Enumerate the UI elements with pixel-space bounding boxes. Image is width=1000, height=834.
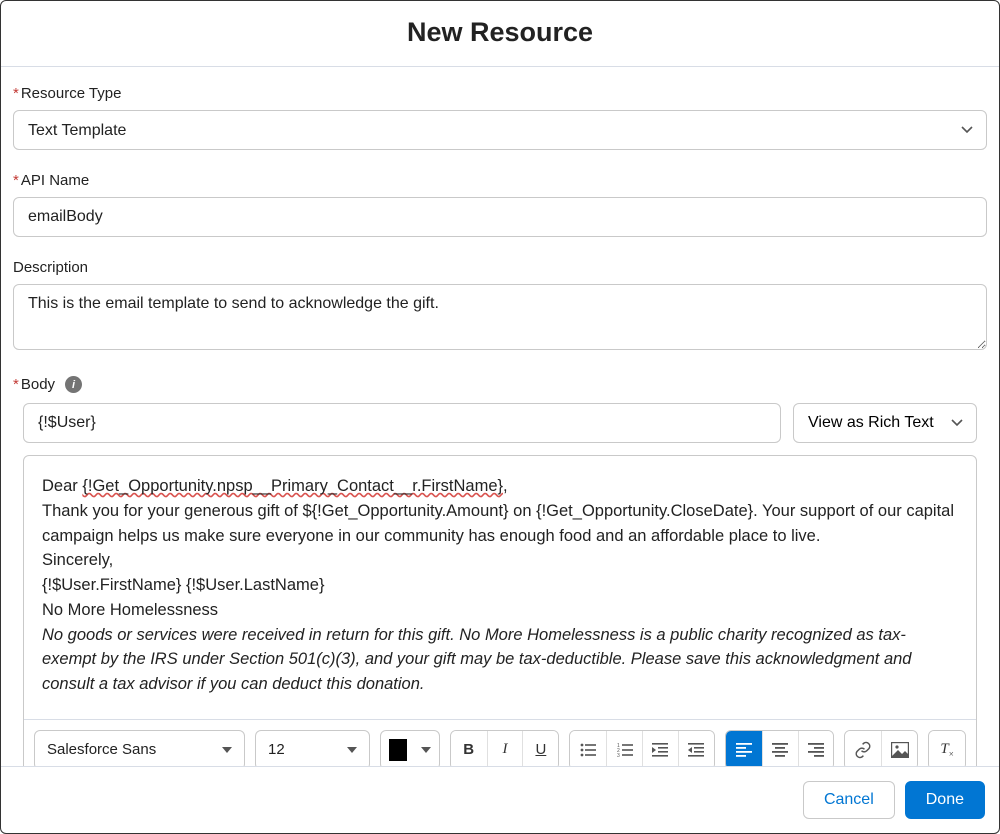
color-swatch-icon xyxy=(389,739,407,761)
insert-group xyxy=(844,730,918,766)
chevron-down-icon xyxy=(347,747,357,753)
editor-toolbar: Salesforce Sans 12 B I U xyxy=(24,719,976,766)
view-mode-dropdown[interactable]: View as Rich Text xyxy=(793,403,977,443)
new-resource-modal: New Resource *Resource Type Text Templat… xyxy=(0,0,1000,834)
chevron-down-icon xyxy=(222,747,232,753)
clear-format-group: T× xyxy=(928,730,966,766)
font-color-select[interactable] xyxy=(380,730,440,766)
resource-type-select-wrap[interactable]: Text Template xyxy=(13,110,987,150)
align-right-button[interactable] xyxy=(798,731,834,766)
font-family-select[interactable]: Salesforce Sans xyxy=(34,730,245,766)
bold-button[interactable]: B xyxy=(451,731,487,766)
modal-title: New Resource xyxy=(1,17,999,48)
modal-body: *Resource Type Text Template *API Name D… xyxy=(1,67,999,766)
align-left-button[interactable] xyxy=(726,731,762,766)
required-marker: * xyxy=(13,85,19,102)
image-button[interactable] xyxy=(881,731,917,766)
cancel-button[interactable]: Cancel xyxy=(803,781,895,819)
body-label: *Body xyxy=(13,376,55,393)
link-button[interactable] xyxy=(845,731,881,766)
description-input[interactable]: This is the email template to send to ac… xyxy=(13,284,987,350)
merge-field-input[interactable] xyxy=(23,403,781,443)
info-icon[interactable]: i xyxy=(65,376,82,393)
text-style-group: B I U xyxy=(450,730,560,766)
resource-type-select[interactable]: Text Template xyxy=(13,110,987,150)
list-group: 123 xyxy=(569,730,714,766)
resource-type-label: *Resource Type xyxy=(13,85,987,102)
api-name-field: *API Name xyxy=(13,172,987,237)
description-field: Description This is the email template t… xyxy=(13,259,987,354)
modal-header: New Resource xyxy=(1,1,999,67)
italic-button[interactable]: I xyxy=(487,731,523,766)
bullet-list-button[interactable] xyxy=(570,731,606,766)
api-name-input[interactable] xyxy=(13,197,987,237)
resource-type-field: *Resource Type Text Template xyxy=(13,85,987,150)
underline-button[interactable]: U xyxy=(522,731,558,766)
rich-text-editor: Dear {!Get_Opportunity.npsp__Primary_Con… xyxy=(23,455,977,766)
chevron-down-icon xyxy=(421,747,431,753)
view-mode-button[interactable]: View as Rich Text xyxy=(793,403,977,443)
indent-button[interactable] xyxy=(642,731,678,766)
description-label: Description xyxy=(13,259,987,276)
modal-footer: Cancel Done xyxy=(1,766,999,833)
body-field: *Body i View as Rich Text Dear {!Get_Opp… xyxy=(13,376,987,766)
done-button[interactable]: Done xyxy=(905,781,985,819)
api-name-label: *API Name xyxy=(13,172,987,189)
font-size-select[interactable]: 12 xyxy=(255,730,370,766)
required-marker: * xyxy=(13,376,19,393)
outdent-button[interactable] xyxy=(678,731,714,766)
align-group xyxy=(725,730,835,766)
required-marker: * xyxy=(13,172,19,189)
svg-text:3: 3 xyxy=(617,753,620,757)
numbered-list-button[interactable]: 123 xyxy=(606,731,642,766)
align-center-button[interactable] xyxy=(762,731,798,766)
clear-format-button[interactable]: T× xyxy=(929,731,965,766)
editor-content[interactable]: Dear {!Get_Opportunity.npsp__Primary_Con… xyxy=(24,456,976,719)
